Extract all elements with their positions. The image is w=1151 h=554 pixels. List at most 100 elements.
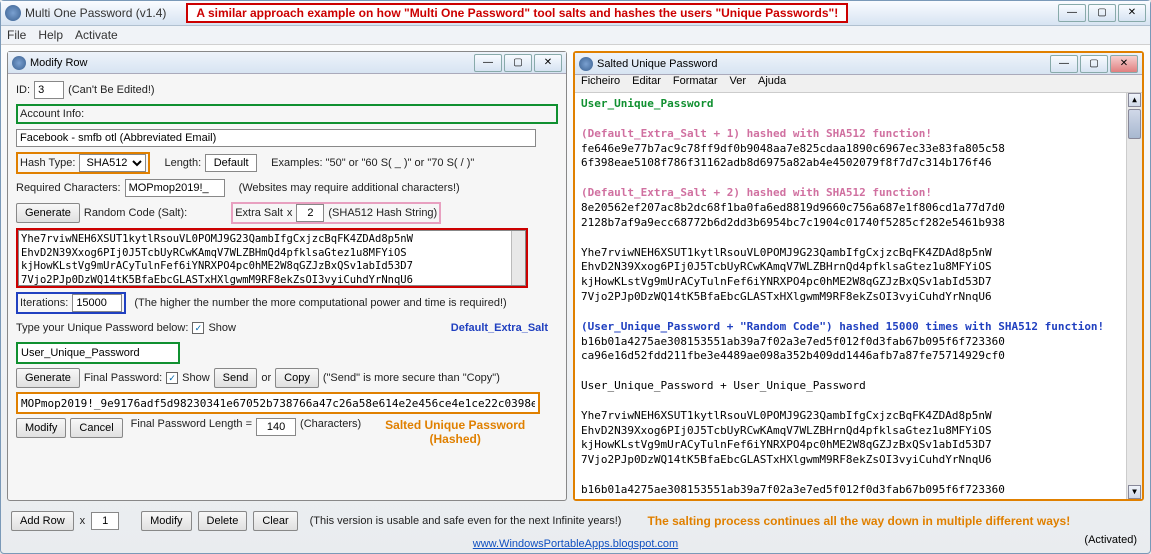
bottom-delete-button[interactable]: Delete — [198, 511, 248, 531]
iter-label: Iterations: — [20, 297, 68, 309]
extrasalt-input[interactable] — [296, 204, 324, 222]
np-line: kjHowKLstVg9mUrACyTulnFef6iYNRXPO4pc0hME… — [581, 438, 992, 451]
np-line: Yhe7rviwNEH6XSUT1kytlRsouVL0POMJ9G23Qamb… — [581, 409, 992, 422]
continues-note: The salting process continues all the wa… — [647, 514, 1070, 528]
show-finalpw-label: Show — [182, 372, 210, 384]
close-button[interactable]: ✕ — [1118, 4, 1146, 22]
length-input[interactable] — [205, 154, 257, 172]
notepad-minimize-button[interactable]: — — [1050, 55, 1078, 73]
extrasalt-x: x — [287, 207, 293, 219]
notepad-menu-formatar[interactable]: Formatar — [673, 75, 718, 92]
hashtype-label: Hash Type: — [20, 157, 75, 169]
menu-activate[interactable]: Activate — [75, 28, 118, 42]
scroll-up-icon[interactable]: ▲ — [1128, 93, 1141, 107]
salt-textarea[interactable]: Yhe7rviwNEH6XSUT1kytlRsouVL0POMJ9G23Qamb… — [18, 230, 526, 286]
uniquepw-input[interactable] — [18, 344, 178, 362]
hashtype-select[interactable]: SHA512 — [79, 154, 146, 172]
account-label: Account Info: — [20, 108, 84, 120]
notepad-menubar: Ficheiro Editar Formatar Ver Ajuda — [575, 75, 1142, 93]
generate-final-button[interactable]: Generate — [16, 368, 80, 388]
np-line: (Default_Extra_Salt + 2) hashed with SHA… — [581, 186, 932, 199]
notepad-icon — [579, 57, 593, 71]
salt-scrollbar[interactable] — [511, 231, 525, 285]
np-line: b16b01a4275ae308153551ab39a7f02a3e7ed5f0… — [581, 483, 1005, 496]
notepad-menu-ajuda[interactable]: Ajuda — [758, 75, 786, 92]
main-titlebar: Multi One Password (v1.4) A similar appr… — [1, 1, 1150, 26]
window-title: Multi One Password (v1.4) — [25, 6, 166, 20]
show-uniquepw-checkbox[interactable]: ✓ — [192, 322, 204, 334]
panel-icon — [12, 56, 26, 70]
iter-input[interactable] — [72, 294, 122, 312]
sendcopy-hint: ("Send" is more secure than "Copy") — [323, 372, 500, 384]
length-label: Length: — [164, 157, 201, 169]
panel-maximize-button[interactable]: ▢ — [504, 54, 532, 72]
menu-help[interactable]: Help — [38, 28, 63, 42]
notepad-title: Salted Unique Password — [597, 58, 717, 70]
bottom-clear-button[interactable]: Clear — [253, 511, 297, 531]
send-button[interactable]: Send — [214, 368, 258, 388]
cancel-button[interactable]: Cancel — [70, 418, 122, 438]
salted-note: Salted Unique Password (Hashed) — [385, 418, 525, 446]
finallen-unit: (Characters) — [300, 418, 361, 430]
np-line: EhvD2N39Xxog6PIj0J5TcbUyRCwKAmqV7WLZBHrn… — [581, 260, 992, 273]
scroll-down-icon[interactable]: ▼ — [1128, 485, 1141, 499]
np-line: 8e20562ef207ac8b2dc68f1ba0fa6ed8819d9660… — [581, 201, 1005, 214]
np-line: User_Unique_Password — [581, 97, 713, 110]
modify-button[interactable]: Modify — [16, 418, 66, 438]
show-finalpw-checkbox[interactable]: ✓ — [166, 372, 178, 384]
panel-minimize-button[interactable]: — — [474, 54, 502, 72]
notepad-maximize-button[interactable]: ▢ — [1080, 55, 1108, 73]
bottom-toolbar: Add Row x Modify Delete Clear (This vers… — [1, 507, 1150, 536]
randomcode-label: Random Code (Salt): — [84, 207, 187, 219]
np-line: 7Vjo2PJp0DzWQ14tK5BfaEbcGLASTxHXlgwmM9RF… — [581, 290, 992, 303]
account-input[interactable] — [16, 129, 536, 147]
np-line: EhvD2N39Xxog6PIj0J5TcbUyRCwKAmqV7WLZBHrn… — [581, 424, 992, 437]
iter-hint: (The higher the number the more computat… — [134, 297, 506, 309]
menu-file[interactable]: File — [7, 28, 26, 42]
default-extra-salt-note: Default_Extra_Salt — [451, 322, 548, 334]
id-hint: (Can't Be Edited!) — [68, 84, 154, 96]
notepad-panel: Salted Unique Password — ▢ ✕ Ficheiro Ed… — [573, 51, 1144, 501]
id-input[interactable] — [34, 81, 64, 99]
length-examples: Examples: "50" or "60 S( _ )" or "70 S( … — [271, 157, 474, 169]
footer: www.WindowsPortableApps.blogspot.com — [1, 536, 1150, 553]
finallen-label: Final Password Length = — [131, 418, 252, 430]
generate-salt-button[interactable]: Generate — [16, 203, 80, 223]
minimize-button[interactable]: — — [1058, 4, 1086, 22]
np-line: (User_Unique_Password + "Random Code") h… — [581, 320, 1104, 333]
reqchars-input[interactable] — [125, 179, 225, 197]
addrow-count-input[interactable] — [91, 512, 119, 530]
bottom-modify-button[interactable]: Modify — [141, 511, 191, 531]
np-line: fe646e9e77b7ac9c78ff9df0b9048aa7e825cdaa… — [581, 142, 1005, 155]
addrow-button[interactable]: Add Row — [11, 511, 74, 531]
id-label: ID: — [16, 84, 30, 96]
notepad-menu-ficheiro[interactable]: Ficheiro — [581, 75, 620, 92]
maximize-button[interactable]: ▢ — [1088, 4, 1116, 22]
finalpw-output[interactable] — [18, 394, 538, 412]
copy-button[interactable]: Copy — [275, 368, 319, 388]
modify-row-panel: Modify Row — ▢ ✕ ID: (Can't Be Edited!) … — [7, 51, 567, 501]
notepad-menu-ver[interactable]: Ver — [730, 75, 747, 92]
bottom-note: (This version is usable and safe even fo… — [310, 515, 622, 527]
show-uniquepw-label: Show — [208, 322, 236, 334]
app-icon — [5, 5, 21, 21]
notepad-scrollbar[interactable]: ▲ ▼ — [1126, 93, 1142, 499]
panel-close-button[interactable]: ✕ — [534, 54, 562, 72]
notepad-textarea[interactable]: User_Unique_Password (Default_Extra_Salt… — [575, 93, 1142, 499]
notepad-close-button[interactable]: ✕ — [1110, 55, 1138, 73]
extrasalt-hint: (SHA512 Hash String) — [328, 207, 437, 219]
np-line: (Default_Extra_Salt + 1) hashed with SHA… — [581, 127, 932, 140]
scroll-thumb[interactable] — [1128, 109, 1141, 139]
reqchars-hint: (Websites may require additional charact… — [239, 182, 460, 194]
np-line: User_Unique_Password + User_Unique_Passw… — [581, 379, 866, 392]
np-line: 7Vjo2PJp0DzWQ14tK5BfaEbcGLASTxHXlgwmM9RF… — [581, 453, 992, 466]
uniquepw-label: Type your Unique Password below: — [16, 322, 188, 334]
or-label: or — [261, 372, 271, 384]
np-line: ca96e16d52fdd211fbe3e4489ae098a352b409dd… — [581, 349, 1005, 362]
np-line: Yhe7rviwNEH6XSUT1kytlRsouVL0POMJ9G23Qamb… — [581, 246, 992, 259]
np-line: 6f398eae5108f786f31162adb8d6975a82ab4e45… — [581, 156, 992, 169]
footer-link[interactable]: www.WindowsPortableApps.blogspot.com — [473, 538, 678, 550]
addrow-x: x — [80, 515, 86, 527]
notepad-menu-editar[interactable]: Editar — [632, 75, 661, 92]
activated-label: (Activated) — [1084, 534, 1137, 546]
